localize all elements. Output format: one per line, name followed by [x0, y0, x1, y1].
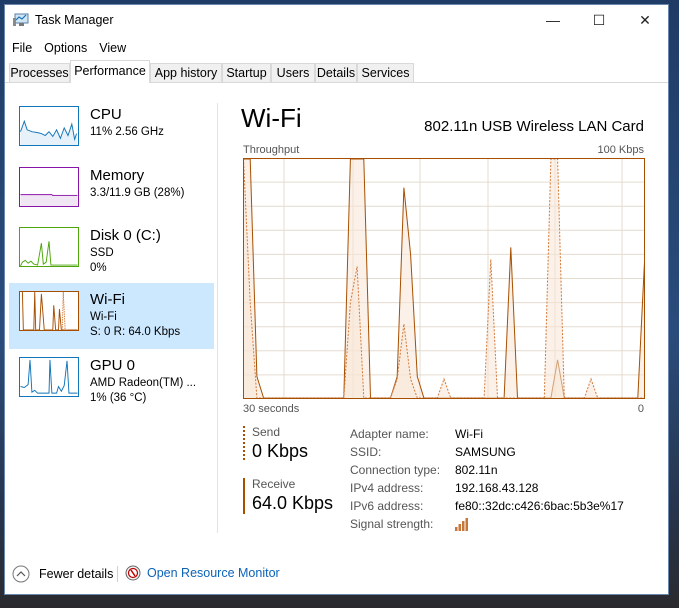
resource-monitor-label: Open Resource Monitor	[147, 566, 280, 580]
receive-label: Receive	[252, 477, 296, 491]
sidebar-item-disk[interactable]: Disk 0 (C:) SSD 0%	[9, 219, 214, 285]
menu-bar: File Options View	[5, 38, 131, 58]
open-resource-monitor-link[interactable]: Open Resource Monitor	[125, 565, 280, 581]
page-title: Wi-Fi	[241, 103, 302, 133]
minimize-icon: —	[546, 12, 560, 28]
tab-app-history[interactable]: App history	[150, 63, 222, 82]
footer-divider	[117, 566, 118, 582]
performance-panel: CPU 11% 2.56 GHz Memory 3.3/11.9 GB (28%…	[5, 83, 668, 538]
panel-divider	[217, 103, 218, 533]
task-manager-window: Task Manager — ☐ ✕ File Options View Pro…	[4, 4, 669, 595]
gpu-usage: 1% (36 °C)	[90, 392, 147, 404]
maximize-button[interactable]: ☐	[576, 5, 622, 35]
send-legend-marker	[243, 426, 245, 462]
tab-performance[interactable]: Performance	[70, 60, 150, 83]
memory-usage: 3.3/11.9 GB (28%)	[90, 187, 185, 199]
throughput-max-label: 100 Kbps	[597, 144, 644, 156]
signal-strength-icon	[455, 518, 468, 531]
tab-bar: Processes Performance App history Startu…	[5, 60, 668, 83]
menu-file[interactable]: File	[5, 38, 37, 58]
wifi-adapter-name: Wi-Fi	[90, 311, 117, 323]
tab-services[interactable]: Services	[357, 63, 414, 82]
disk-label: Disk 0 (C:)	[90, 227, 161, 244]
throughput-chart	[243, 158, 645, 399]
window-title: Task Manager	[35, 13, 114, 27]
gpu-label: GPU 0	[90, 357, 136, 374]
chevron-up-icon	[12, 565, 30, 583]
footer-bar: Fewer details Open Resource Monitor	[5, 558, 668, 590]
adapter-model: 802.11n USB Wireless LAN Card	[424, 118, 644, 135]
wifi-label: Wi-Fi	[90, 291, 125, 308]
receive-stat: Receive 64.0 Kbps	[243, 477, 338, 517]
cpu-thumbnail-graph	[19, 106, 79, 146]
close-button[interactable]: ✕	[622, 5, 668, 35]
maximize-icon: ☐	[592, 11, 606, 28]
memory-thumbnail-graph	[19, 167, 79, 207]
memory-label: Memory	[90, 167, 145, 184]
disk-usage: 0%	[90, 262, 107, 274]
gpu-model: AMD Radeon(TM) ...	[90, 377, 197, 389]
minimize-button[interactable]: —	[530, 5, 576, 35]
send-stat: Send 0 Kbps	[243, 425, 338, 465]
fewer-details-label: Fewer details	[39, 567, 114, 581]
cpu-usage: 11% 2.56 GHz	[90, 126, 164, 138]
gpu-thumbnail-graph	[19, 357, 79, 397]
menu-options[interactable]: Options	[37, 38, 92, 58]
receive-value: 64.0 Kbps	[252, 493, 334, 513]
sidebar-item-cpu[interactable]: CPU 11% 2.56 GHz	[9, 98, 214, 164]
min-value-label: 0	[637, 403, 644, 415]
close-icon: ✕	[639, 11, 651, 28]
tab-startup[interactable]: Startup	[222, 63, 271, 82]
send-value: 0 Kbps	[252, 441, 309, 461]
resource-sidebar: CPU 11% 2.56 GHz Memory 3.3/11.9 GB (28%…	[5, 83, 215, 538]
cpu-label: CPU	[90, 106, 122, 123]
resource-monitor-icon	[125, 565, 141, 581]
menu-view[interactable]: View	[92, 38, 131, 58]
sidebar-item-memory[interactable]: Memory 3.3/11.9 GB (28%)	[9, 159, 214, 225]
time-span-label: 30 seconds	[243, 403, 300, 415]
throughput-label: Throughput	[243, 144, 300, 156]
tab-processes[interactable]: Processes	[9, 63, 70, 82]
tab-details[interactable]: Details	[315, 63, 357, 82]
receive-legend-marker	[243, 478, 245, 514]
disk-thumbnail-graph	[19, 227, 79, 267]
send-label: Send	[252, 425, 281, 439]
title-bar[interactable]: Task Manager — ☐ ✕	[5, 5, 668, 37]
tab-users[interactable]: Users	[271, 63, 315, 82]
fewer-details-button[interactable]: Fewer details	[12, 565, 113, 583]
disk-type: SSD	[90, 247, 114, 259]
wifi-throughput: S: 0 R: 64.0 Kbps	[90, 326, 181, 338]
task-manager-icon	[13, 13, 29, 26]
sidebar-item-gpu[interactable]: GPU 0 AMD Radeon(TM) ... 1% (36 °C)	[9, 349, 214, 415]
wifi-thumbnail-graph	[19, 291, 79, 331]
sidebar-item-wifi[interactable]: Wi-Fi Wi-Fi S: 0 R: 64.0 Kbps	[9, 283, 214, 349]
